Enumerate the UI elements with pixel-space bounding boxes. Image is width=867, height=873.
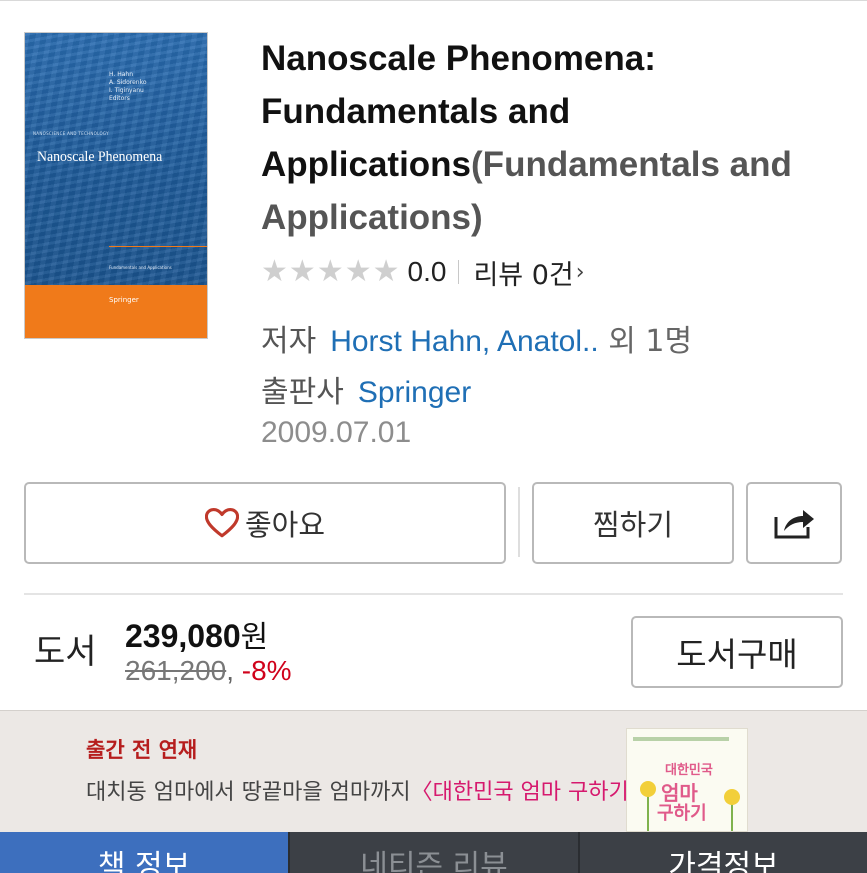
star-icon: ★ — [344, 254, 372, 289]
publisher-row: 출판사 Springer — [261, 367, 471, 411]
banner-book-line1: 대한민국 — [665, 763, 713, 778]
banner-book-image: 대한민국 엄마 구하기 — [626, 728, 748, 832]
star-icon: ★ — [261, 254, 288, 289]
price-currency: 원 — [240, 621, 269, 654]
share-icon — [774, 510, 814, 539]
author-label: 저자 — [261, 324, 317, 359]
top-divider — [0, 0, 867, 1]
star-icon: ★ — [372, 254, 400, 289]
tab-netizen-reviews[interactable]: 네티즌 리뷰 — [288, 832, 578, 873]
discount-rate: -8% — [241, 655, 292, 686]
like-label: 좋아요 — [244, 508, 326, 542]
rating-divider — [458, 260, 460, 284]
button-divider — [518, 487, 520, 557]
cover-authors: H. Hahn A. Sidorenko I. Tiginyanu Editor… — [109, 71, 147, 102]
cover-title: Nanoscale Phenomena — [37, 149, 163, 165]
rating-score: 0.0 — [407, 256, 447, 287]
author-row: 저자 Horst Hahn, Anatol.. 외 1명 — [261, 316, 692, 360]
sale-price: 239,080원 — [125, 612, 268, 656]
heart-icon — [204, 507, 239, 538]
cover-orange-band — [25, 285, 207, 338]
like-button[interactable]: 좋아요 — [24, 482, 506, 564]
buy-book-label: 도서구매 — [676, 635, 798, 674]
authors-more-link[interactable]: 외 1명 — [608, 324, 692, 359]
section-divider — [24, 593, 843, 595]
wishlist-label: 찜하기 — [592, 508, 674, 542]
banner-text: 대치동 엄마에서 땅끝마을 엄마까지〈대한민국 엄마 구하기〉 — [86, 774, 651, 806]
tab-book-info[interactable]: 책 정보 — [0, 832, 288, 873]
cover-publisher: Springer — [109, 296, 139, 304]
chevron-right-icon: › — [575, 259, 585, 285]
share-button[interactable] — [746, 482, 842, 564]
banner-book-topbar — [633, 737, 729, 741]
review-count-link[interactable]: 리뷰 0건 — [473, 253, 573, 292]
publish-date: 2009.07.01 — [261, 416, 412, 449]
sale-price-amount: 239,080 — [125, 618, 241, 654]
original-price: 261,200 — [125, 655, 227, 686]
flower-icon — [640, 781, 656, 797]
rating-stars: ★ ★ ★ ★ ★ — [261, 257, 400, 287]
banner-text-main: 대치동 엄마에서 땅끝마을 엄마까지 — [86, 780, 411, 805]
author-link[interactable]: Horst Hahn, Anatol.. — [330, 325, 598, 358]
banner-tag: 출간 전 연재 — [86, 738, 198, 762]
banner-top-border — [0, 710, 867, 711]
buy-book-button[interactable]: 도서구매 — [631, 616, 843, 688]
product-type-label: 도서 — [34, 632, 97, 672]
book-cover-image[interactable]: H. Hahn A. Sidorenko I. Tiginyanu Editor… — [25, 33, 207, 338]
original-price-row: 261,200, -8% — [125, 655, 292, 686]
cover-series: NANOSCIENCE AND TECHNOLOGY — [33, 131, 109, 136]
banner-highlight: 〈대한민국 엄마 구하기〉 — [410, 780, 651, 805]
flower-icon — [724, 789, 740, 805]
star-icon: ★ — [288, 254, 316, 289]
star-icon: ★ — [316, 254, 344, 289]
cover-rule — [109, 246, 207, 247]
promo-banner[interactable]: 출간 전 연재 대치동 엄마에서 땅끝마을 엄마까지〈대한민국 엄마 구하기〉 … — [0, 710, 867, 832]
bottom-tab-bar: 책 정보 네티즌 리뷰 가격정보 — [0, 832, 867, 873]
cover-subtitle: Fundamentals and Applications — [109, 265, 172, 270]
publisher-link[interactable]: Springer — [358, 376, 471, 409]
wishlist-button[interactable]: 찜하기 — [532, 482, 734, 564]
rating-row[interactable]: ★ ★ ★ ★ ★ 0.0 리뷰 0건 › — [261, 252, 585, 292]
book-title: Nanoscale Phenomena: Fundamentals and Ap… — [261, 32, 851, 244]
publisher-label: 출판사 — [261, 375, 344, 410]
banner-book-line3: 구하기 — [657, 803, 707, 824]
tab-price-info[interactable]: 가격정보 — [578, 832, 867, 873]
